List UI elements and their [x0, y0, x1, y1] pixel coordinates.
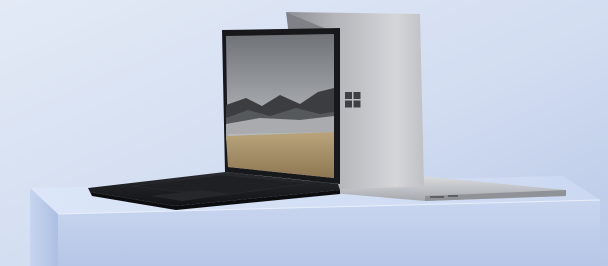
screen — [226, 34, 334, 178]
laptops-illustration — [0, 0, 608, 266]
product-photo — [0, 0, 608, 266]
